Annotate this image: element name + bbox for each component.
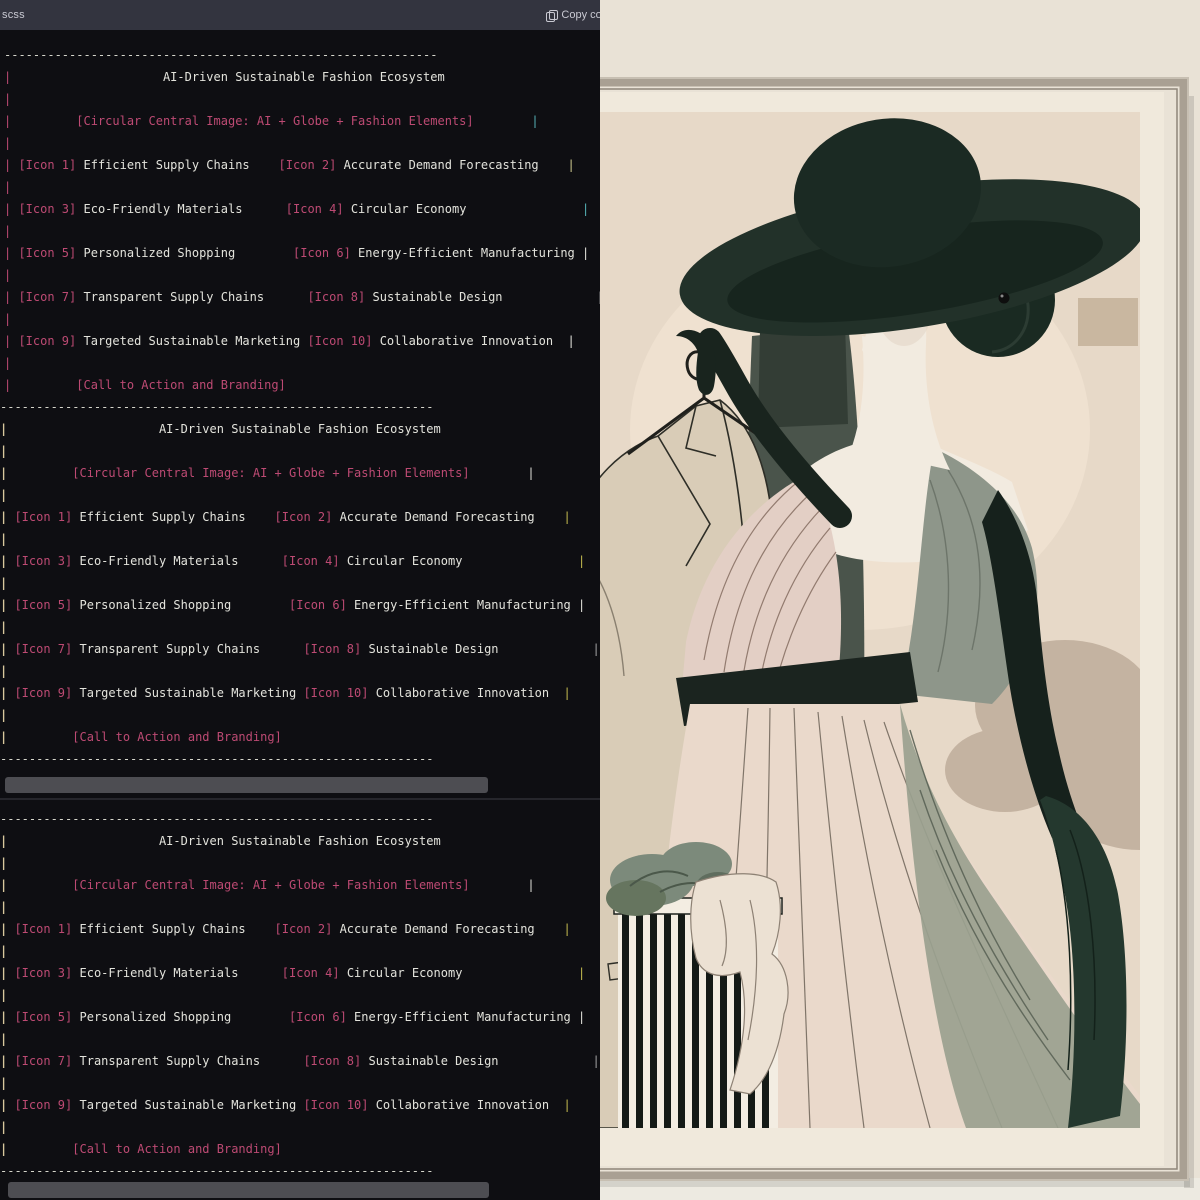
code-block-header: scss Copy code bbox=[0, 0, 600, 30]
chat-screenshot: scss Copy code -------------------------… bbox=[0, 0, 1200, 1200]
copy-icon bbox=[546, 10, 556, 21]
horizontal-scrollbar-thumb[interactable] bbox=[5, 777, 488, 793]
earring bbox=[999, 293, 1010, 304]
code-panel-top: ----------------------------------------… bbox=[0, 30, 600, 798]
fashion-artwork bbox=[600, 0, 1200, 1200]
code-block: scss Copy code -------------------------… bbox=[0, 0, 600, 1200]
language-label: scss bbox=[2, 9, 25, 21]
copy-code-label: Copy code bbox=[561, 9, 600, 21]
tan-card bbox=[1078, 298, 1138, 346]
ascii-diagram-1-2: ----------------------------------------… bbox=[4, 44, 600, 770]
horizontal-scrollbar-thumb[interactable] bbox=[8, 1182, 489, 1198]
copy-code-button[interactable]: Copy code bbox=[546, 0, 600, 30]
fashion-artwork-photo bbox=[600, 0, 1200, 1200]
code-panel-bottom: ----------------------------------------… bbox=[0, 800, 600, 1200]
illustration bbox=[600, 80, 1200, 1128]
ascii-diagram-3: ----------------------------------------… bbox=[4, 808, 600, 1182]
